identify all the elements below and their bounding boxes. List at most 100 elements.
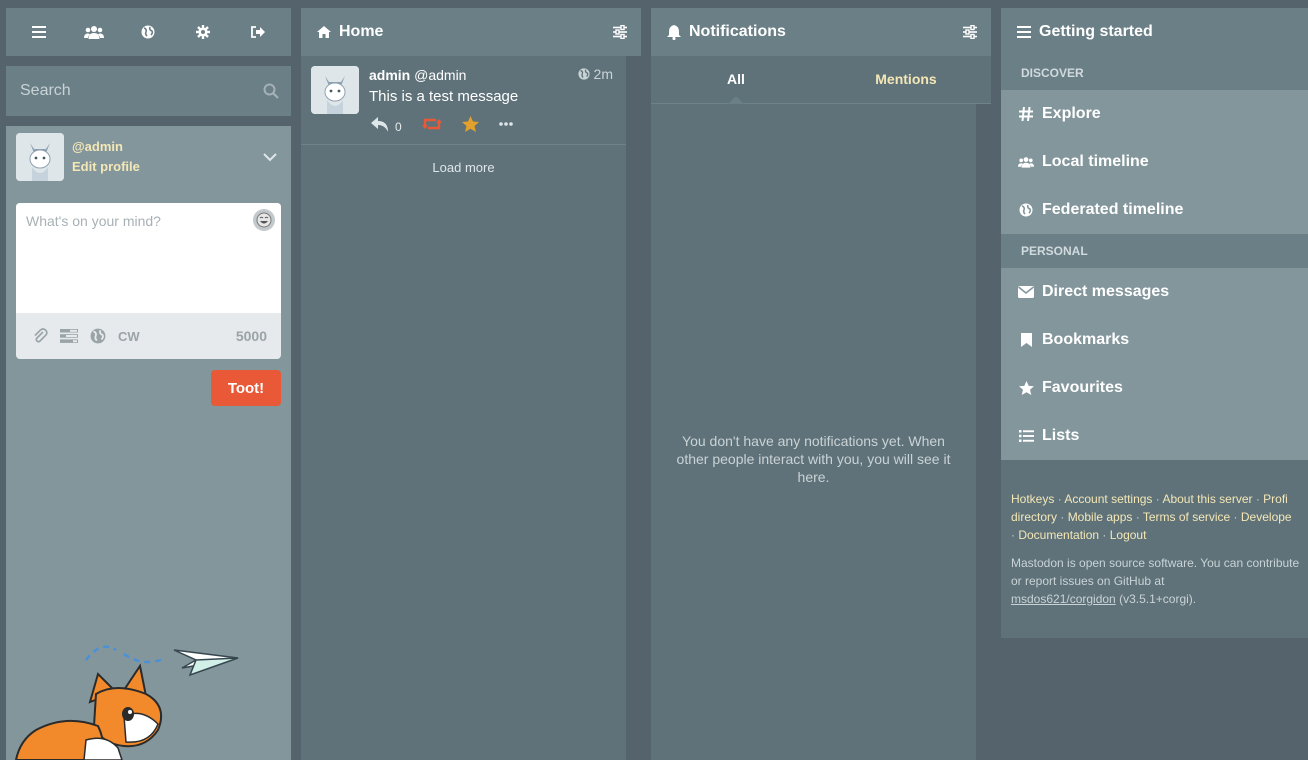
about-text-body: Mastodon is open source software. You ca… xyxy=(1011,556,1300,588)
more-button[interactable] xyxy=(498,122,513,126)
developers-link[interactable]: Develope xyxy=(1241,510,1292,524)
discover-section-label: DISCOVER xyxy=(1001,56,1308,90)
globe-icon[interactable] xyxy=(133,17,163,47)
reply-button[interactable]: 0 xyxy=(371,114,402,134)
hashtag-icon xyxy=(1018,107,1034,121)
notifications-column-header[interactable]: Notifications xyxy=(651,8,991,56)
account-settings-link[interactable]: Account settings xyxy=(1064,492,1152,506)
poll-icon[interactable] xyxy=(60,329,78,343)
envelope-icon xyxy=(1018,286,1034,298)
nav-favourites[interactable]: Favourites xyxy=(1001,364,1308,412)
avatar[interactable] xyxy=(16,133,64,181)
getting-started-column: Getting started DISCOVER Explore Local t… xyxy=(1001,8,1308,760)
column-title: Home xyxy=(339,23,384,40)
logout-link[interactable]: Logout xyxy=(1110,528,1147,542)
globe-icon xyxy=(577,68,594,80)
status-timestamp[interactable]: 2m xyxy=(577,66,613,82)
separator: · xyxy=(1099,528,1110,542)
footer-links: Hotkeys · Account settings · About this … xyxy=(1011,490,1308,544)
compose-toolbar: CW 5000 xyxy=(16,313,281,359)
about-text: Mastodon is open source software. You ca… xyxy=(1011,554,1308,608)
about-server-link[interactable]: About this server xyxy=(1162,492,1252,506)
globe-icon xyxy=(1018,203,1034,217)
profile-directory-link-a[interactable]: Profi xyxy=(1263,492,1288,506)
sliders-icon[interactable] xyxy=(613,25,627,39)
content-warning-button[interactable]: CW xyxy=(118,329,140,344)
sliders-icon[interactable] xyxy=(963,25,977,39)
column-title: Notifications xyxy=(689,23,786,40)
nav-local-timeline[interactable]: Local timeline xyxy=(1001,138,1308,186)
separator: · xyxy=(1057,510,1068,524)
profile-directory-link-b[interactable]: directory xyxy=(1011,510,1057,524)
boost-button[interactable] xyxy=(421,117,442,131)
toot-button[interactable]: Toot! xyxy=(211,370,281,406)
avatar[interactable] xyxy=(311,66,359,114)
star-icon xyxy=(461,116,479,132)
nav-lists[interactable]: Lists xyxy=(1001,412,1308,460)
nav-bookmarks[interactable]: Bookmarks xyxy=(1001,316,1308,364)
compose-form: CW 5000 Toot! xyxy=(16,203,281,406)
nav-direct-label: Direct messages xyxy=(1042,283,1170,300)
separator: · xyxy=(1230,510,1241,524)
nav-favourites-label: Favourites xyxy=(1042,379,1123,396)
navigation-bar: @admin Edit profile xyxy=(6,126,291,188)
getting-started-footer: Hotkeys · Account settings · About this … xyxy=(1001,460,1308,638)
list-icon xyxy=(1018,430,1034,442)
reply-count: 0 xyxy=(395,120,402,134)
terms-link[interactable]: Terms of service xyxy=(1143,510,1230,524)
favourite-button[interactable] xyxy=(461,116,479,132)
home-timeline: admin @admin 2m This is a test message 0 xyxy=(301,56,626,760)
home-column: Home admin @admin 2m This is a test mess… xyxy=(301,8,641,760)
users-icon[interactable] xyxy=(79,17,109,47)
status-actions: 0 xyxy=(371,114,533,134)
version-text: (v3.5.1+corgi). xyxy=(1119,592,1197,606)
getting-started-header[interactable]: Getting started xyxy=(1001,8,1308,56)
search-input[interactable] xyxy=(6,66,291,116)
sign-out-icon[interactable] xyxy=(243,17,273,47)
account-handle: @admin xyxy=(72,139,123,154)
hamburger-icon xyxy=(1017,26,1031,38)
nav-federated-timeline[interactable]: Federated timeline xyxy=(1001,186,1308,234)
load-more-button[interactable]: Load more xyxy=(301,160,626,175)
status-item[interactable]: admin @admin 2m This is a test message 0 xyxy=(301,56,626,145)
corgi-mascot-illustration xyxy=(6,630,246,760)
bookmark-icon xyxy=(1018,333,1034,347)
search-icon[interactable] xyxy=(263,83,279,99)
emoji-picker-icon[interactable] xyxy=(253,209,275,231)
filter-mentions-tab[interactable]: Mentions xyxy=(821,56,991,103)
hamburger-icon[interactable] xyxy=(24,17,54,47)
repo-link[interactable]: msdos621/corgidon xyxy=(1011,592,1116,606)
nav-direct-messages[interactable]: Direct messages xyxy=(1001,268,1308,316)
gear-icon[interactable] xyxy=(188,17,218,47)
nav-lists-label: Lists xyxy=(1042,427,1080,444)
status-time: 2m xyxy=(593,66,613,82)
nav-bookmarks-label: Bookmarks xyxy=(1042,331,1130,348)
account-info: @admin Edit profile xyxy=(72,137,140,177)
status-content: This is a test message xyxy=(369,88,519,105)
empty-notifications-message: You don't have any notifications yet. Wh… xyxy=(676,433,951,485)
nav-explore[interactable]: Explore xyxy=(1001,90,1308,138)
edit-profile-link[interactable]: Edit profile xyxy=(72,157,140,177)
search-bar xyxy=(6,66,291,116)
notifications-list: You don't have any notifications yet. Wh… xyxy=(651,104,976,760)
separator: · xyxy=(1054,492,1065,506)
globe-icon[interactable] xyxy=(90,328,106,344)
chevron-down-icon[interactable] xyxy=(263,153,277,162)
documentation-link[interactable]: Documentation xyxy=(1018,528,1099,542)
status-acct[interactable]: @admin xyxy=(414,67,466,83)
personal-section-label: PERSONAL xyxy=(1001,234,1308,268)
mobile-apps-link[interactable]: Mobile apps xyxy=(1068,510,1133,524)
separator: · xyxy=(1152,492,1163,506)
compose-textarea[interactable] xyxy=(16,203,281,313)
notification-filter-bar: All Mentions xyxy=(651,56,991,104)
bell-icon xyxy=(667,24,681,40)
hotkeys-link[interactable]: Hotkeys xyxy=(1011,492,1054,506)
active-tab-indicator xyxy=(728,96,744,104)
reply-icon xyxy=(371,116,389,132)
home-column-header[interactable]: Home xyxy=(301,8,641,56)
status-display-name[interactable]: admin xyxy=(369,67,410,83)
users-icon xyxy=(1018,156,1034,168)
paperclip-icon[interactable] xyxy=(32,328,48,344)
star-icon xyxy=(1018,381,1034,395)
separator: · xyxy=(1252,492,1264,506)
